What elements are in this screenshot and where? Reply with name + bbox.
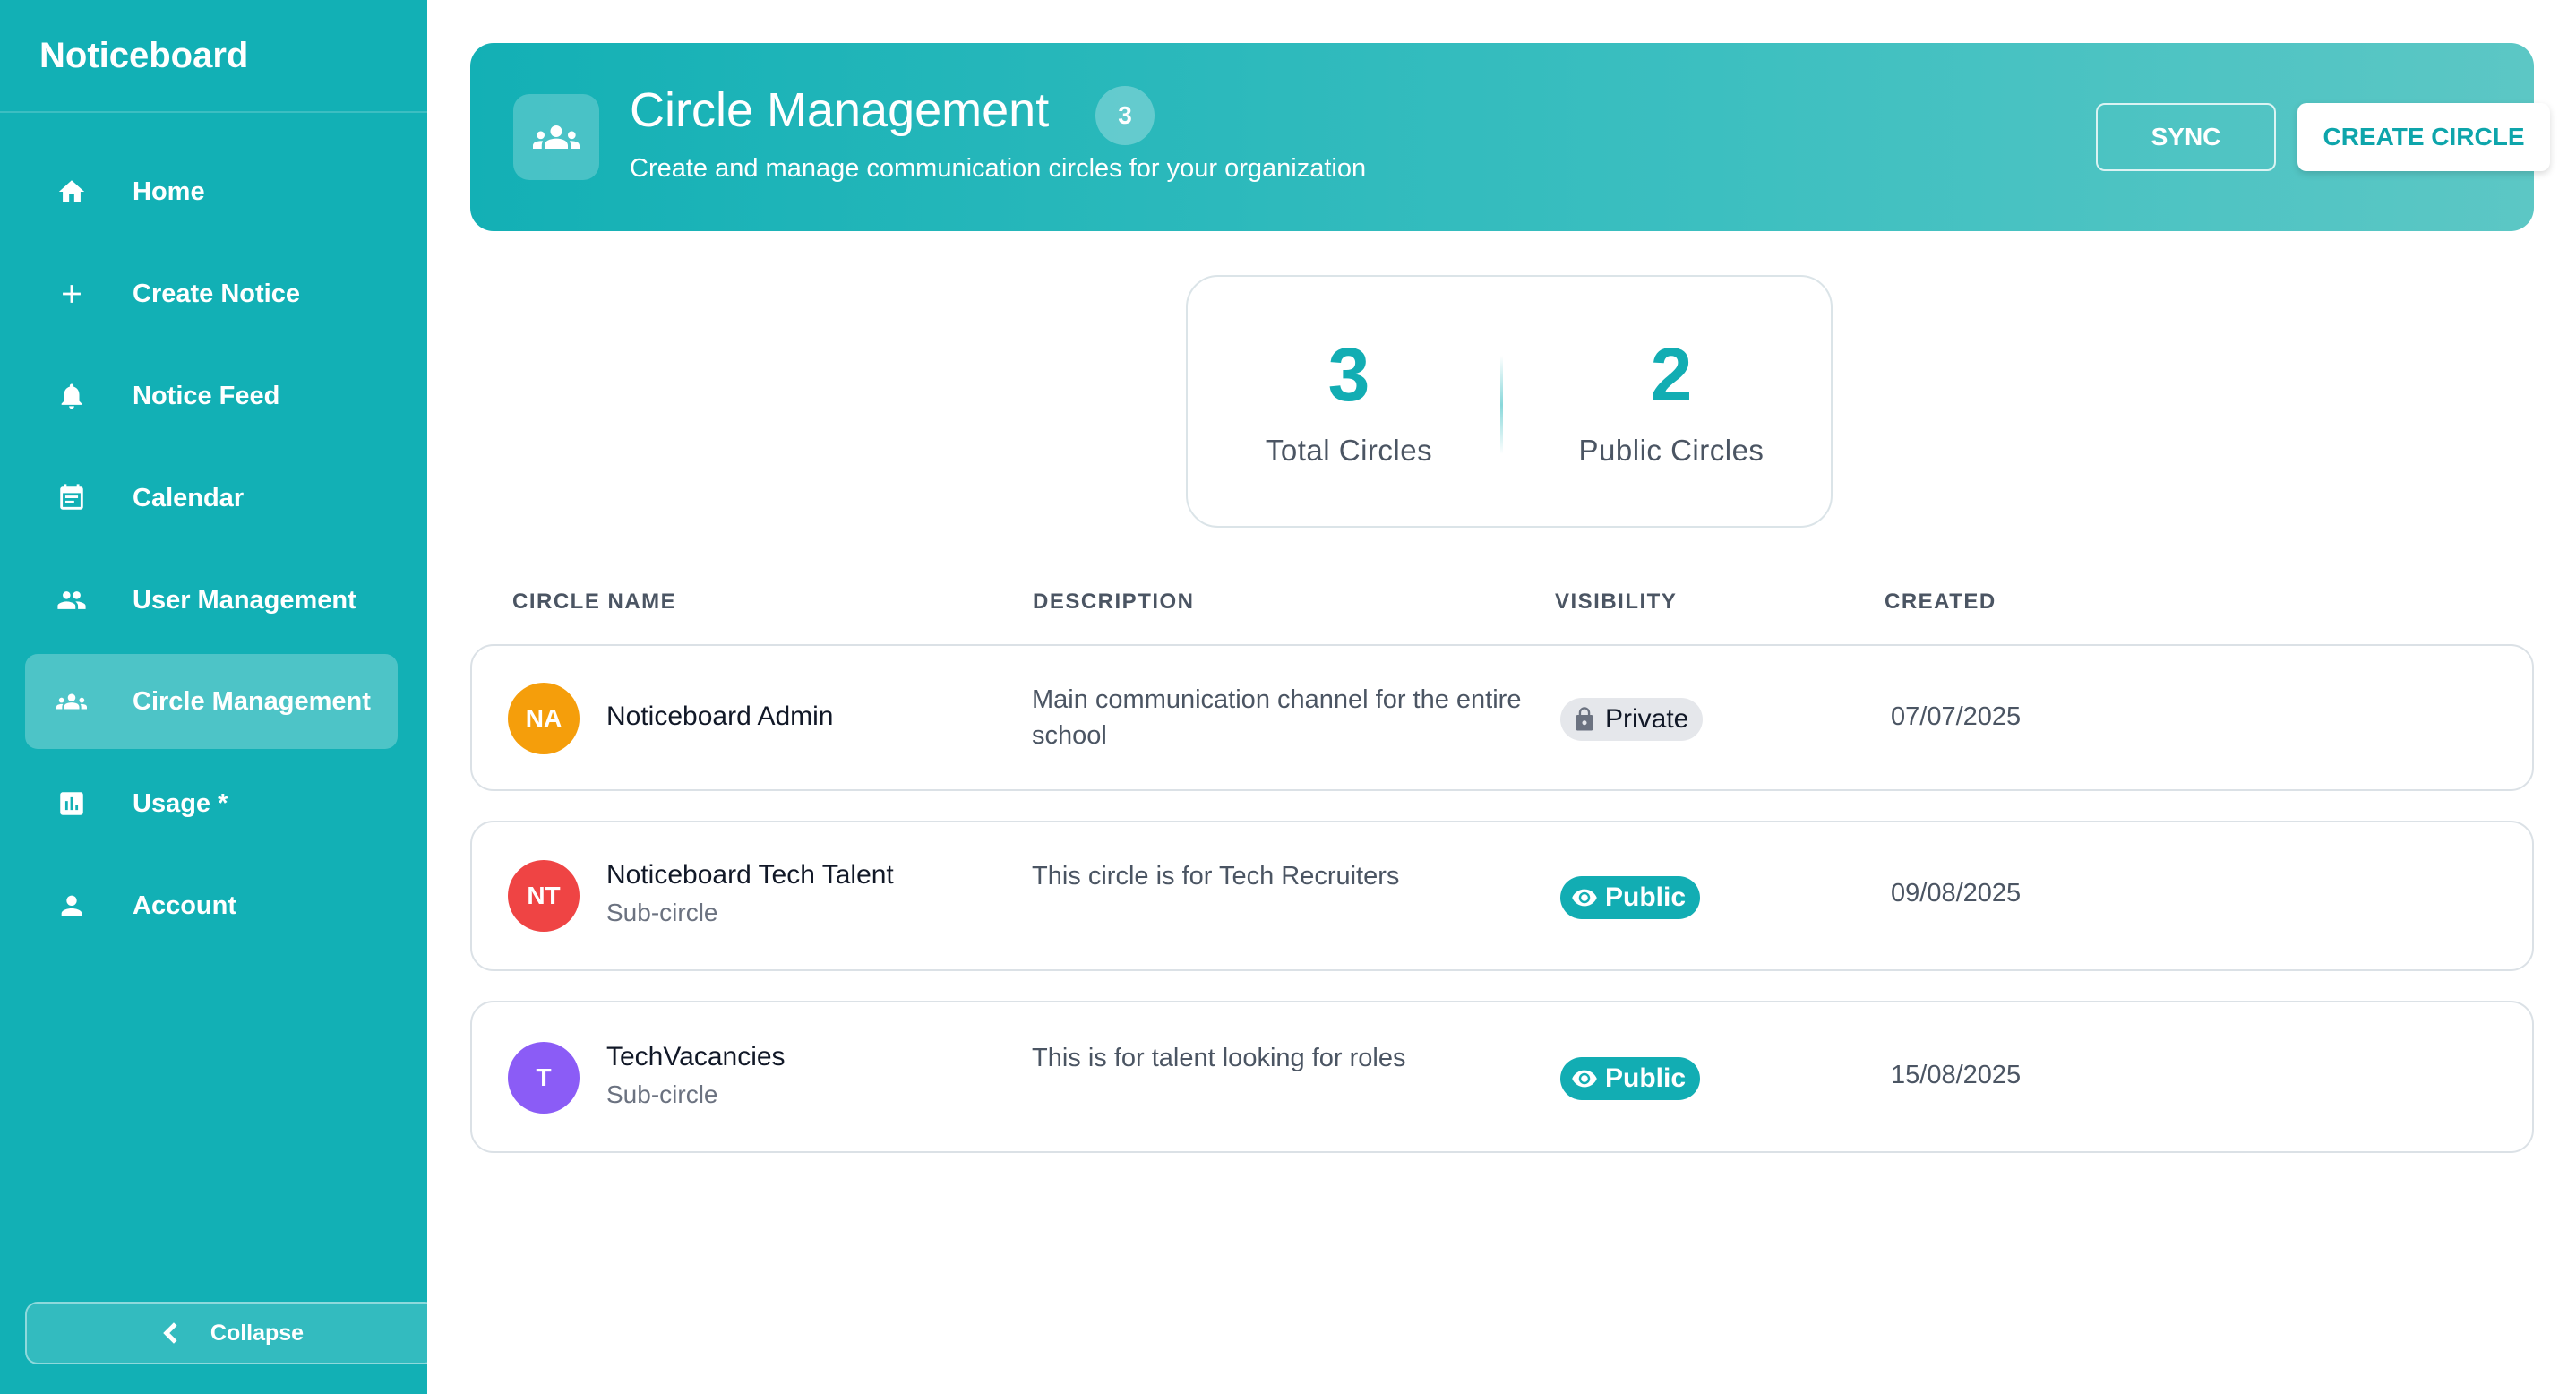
collapse-button[interactable]: Collapse xyxy=(25,1302,437,1364)
collapse-label: Collapse xyxy=(210,1320,305,1346)
chevron-left-icon xyxy=(163,1322,177,1344)
avatar: T xyxy=(508,1042,580,1114)
visibility-badge: Public xyxy=(1560,876,1701,919)
sidebar-item-circle-management[interactable]: Circle Management xyxy=(25,654,398,749)
home-icon xyxy=(25,176,118,207)
created-date: 15/08/2025 xyxy=(1891,1061,2022,1089)
created-date: 07/07/2025 xyxy=(1891,702,2022,731)
page-header: Circle Management 3 Create and manage co… xyxy=(470,43,2550,231)
sidebar-item-notice-feed[interactable]: Notice Feed xyxy=(25,348,398,443)
plus-icon xyxy=(25,279,118,309)
stat-total-circles: 3 Total Circles xyxy=(1188,277,1510,528)
circle-subtype: Sub-circle xyxy=(606,899,718,926)
stat-divider xyxy=(1500,356,1503,454)
avatar: NA xyxy=(508,683,580,754)
sidebar-item-label: Circle Management xyxy=(133,686,371,716)
page-title: Circle Management xyxy=(630,83,1050,137)
visibility-badge: Public xyxy=(1560,1057,1701,1100)
users-icon xyxy=(25,585,118,615)
circle-description: Main communication channel for the entir… xyxy=(1032,685,1522,750)
groups-icon xyxy=(25,686,118,717)
table-row[interactable]: NT Noticeboard Tech Talent Sub-circle Th… xyxy=(470,821,2534,971)
sidebar-item-home[interactable]: Home xyxy=(25,144,398,239)
circle-name: Noticeboard Tech Talent xyxy=(606,860,894,890)
sidebar-item-create-notice[interactable]: Create Notice xyxy=(25,246,398,341)
sidebar: Noticeboard Home Create Notice Notice Fe… xyxy=(0,0,437,1394)
sidebar-item-label: User Management xyxy=(133,585,356,615)
column-header-circle-name[interactable]: CIRCLE NAME xyxy=(512,589,676,615)
avatar: NT xyxy=(508,860,580,932)
sidebar-item-user-management[interactable]: User Management xyxy=(25,553,398,648)
circle-description: This is for talent looking for roles xyxy=(1032,1044,1406,1072)
visibility-label: Public xyxy=(1605,1063,1687,1093)
stat-value: 3 xyxy=(1327,332,1370,417)
eye-icon xyxy=(1572,1070,1597,1088)
lock-icon xyxy=(1576,707,1593,731)
bell-icon xyxy=(25,381,118,411)
sidebar-item-label: Calendar xyxy=(133,483,245,512)
sidebar-item-account[interactable]: Account xyxy=(25,858,398,953)
visibility-label: Public xyxy=(1605,882,1687,912)
bar-chart-icon xyxy=(25,788,118,819)
circle-description: This circle is for Tech Recruiters xyxy=(1032,862,1400,891)
created-date: 09/08/2025 xyxy=(1891,879,2022,908)
sidebar-item-label: Usage * xyxy=(133,788,228,818)
sidebar-item-label: Notice Feed xyxy=(133,381,280,410)
page-subtitle: Create and manage communication circles … xyxy=(630,154,1367,183)
circle-name: TechVacancies xyxy=(606,1042,786,1071)
column-header-description[interactable]: DESCRIPTION xyxy=(1033,589,1195,615)
circle-subtype: Sub-circle xyxy=(606,1080,718,1108)
stat-label: Public Circles xyxy=(1578,434,1765,467)
table-row[interactable]: NA Noticeboard Admin Main communication … xyxy=(470,644,2534,791)
sync-button[interactable]: SYNC xyxy=(2096,103,2276,171)
stat-public-circles: 2 Public Circles xyxy=(1510,277,1833,528)
sidebar-item-label: Account xyxy=(133,891,236,920)
groups-icon xyxy=(513,94,599,180)
table-row[interactable]: T TechVacancies Sub-circle This is for t… xyxy=(470,1001,2534,1153)
calendar-icon xyxy=(25,483,118,513)
column-header-visibility[interactable]: VISIBILITY xyxy=(1555,589,1677,615)
circle-count-badge: 3 xyxy=(1095,86,1155,145)
column-header-created[interactable]: CREATED xyxy=(1885,589,1996,615)
stats-card: 3 Total Circles 2 Public Circles xyxy=(1186,275,1833,528)
sidebar-item-usage[interactable]: Usage * xyxy=(25,756,398,851)
circle-name: Noticeboard Admin xyxy=(606,701,834,731)
brand-title: Noticeboard xyxy=(0,0,427,113)
eye-icon xyxy=(1572,889,1597,907)
person-icon xyxy=(25,891,118,921)
visibility-badge: Private xyxy=(1560,698,1704,741)
sidebar-item-label: Create Notice xyxy=(133,279,300,308)
sidebar-item-calendar[interactable]: Calendar xyxy=(25,451,398,546)
create-circle-button[interactable]: CREATE CIRCLE xyxy=(2297,103,2550,171)
stat-label: Total Circles xyxy=(1265,434,1433,467)
stat-value: 2 xyxy=(1650,332,1693,417)
visibility-label: Private xyxy=(1605,704,1689,734)
sidebar-item-label: Home xyxy=(133,176,205,206)
